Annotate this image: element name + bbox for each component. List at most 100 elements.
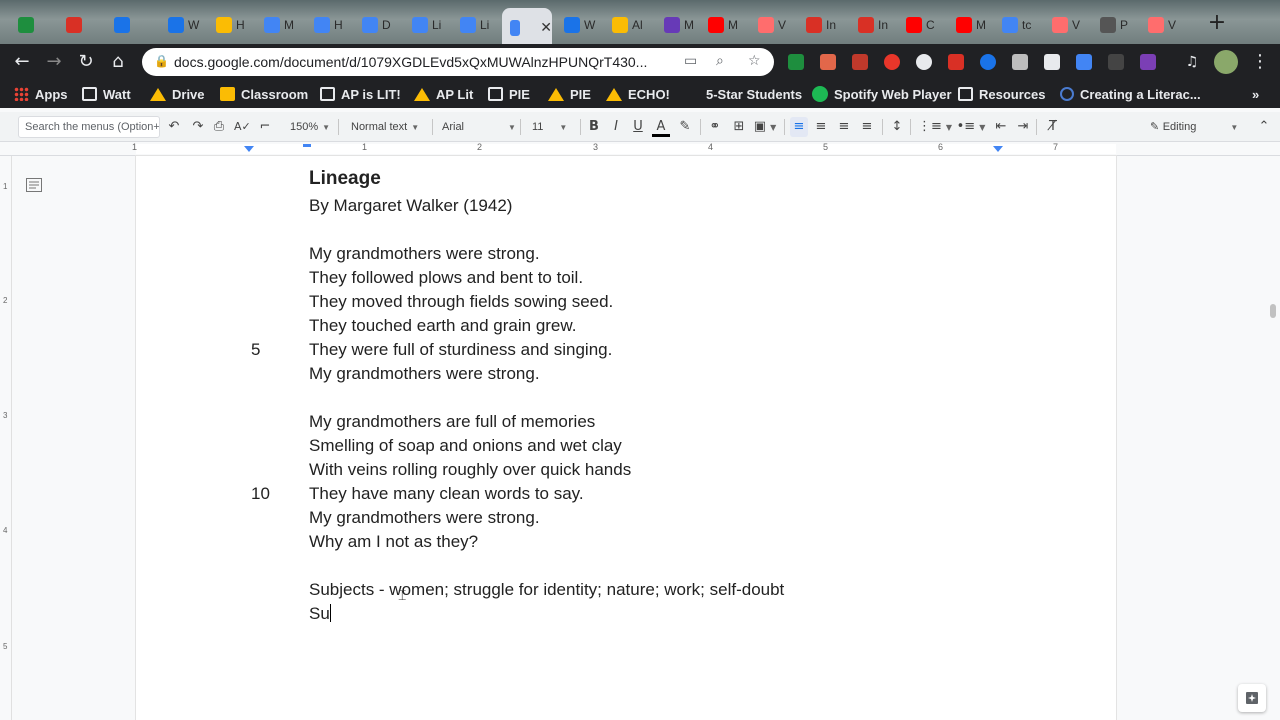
blank-extension-icon[interactable] [1012,54,1028,70]
browser-tab[interactable]: P [1092,10,1132,40]
back-icon[interactable]: ← [10,50,34,74]
cast-extension-icon[interactable] [948,54,964,70]
browser-tab[interactable]: M [256,10,296,40]
align-justify-icon[interactable]: ≡ [858,117,876,137]
edit-extension-icon[interactable] [1044,54,1060,70]
document-page[interactable]: Lineage By Margaret Walker (1942) My gra… [136,156,1116,720]
spellcheck-icon[interactable]: A✓ [234,117,251,137]
bookmark-5-star-students[interactable]: 5-Star Students [706,84,802,104]
bold-icon[interactable]: B [586,117,602,137]
browser-tab[interactable]: D [354,10,394,40]
classroom-extension-icon[interactable] [788,54,804,70]
browser-tab[interactable]: M [948,10,988,40]
redo-icon[interactable]: ↷ [190,117,206,137]
puzzle-extension-icon[interactable] [1140,54,1156,70]
link-icon[interactable]: ⚭ [706,117,724,137]
more-bookmarks-button[interactable]: » [1252,84,1259,104]
explore-button[interactable] [1238,684,1266,712]
document-outline-icon[interactable] [26,178,42,192]
bookmark-pie-drive[interactable]: PIE [548,84,591,104]
browser-tab[interactable]: V [1044,10,1084,40]
bookmark-ap-is-lit[interactable]: AP is LIT! [320,84,401,104]
browser-tab[interactable] [58,10,98,40]
browser-tab[interactable]: V [750,10,790,40]
bulleted-list-icon[interactable]: •≡ ▼ [956,117,986,137]
zoom-icon[interactable]: ⌕ [716,53,724,69]
right-indent-marker[interactable] [993,146,1003,152]
bookmark-spotify[interactable]: Spotify Web Player [812,84,952,104]
browser-tab[interactable]: tc [994,10,1034,40]
play-extension-icon[interactable] [980,54,996,70]
collapse-toolbar-icon[interactable]: ⌃ [1256,117,1272,137]
forward-icon[interactable]: → [42,50,66,74]
browser-tab[interactable]: Al [604,10,644,40]
font-size-select[interactable]: 11 ▼ [532,117,574,137]
bookmark-drive[interactable]: Drive [150,84,205,104]
comment-icon[interactable]: ⊞ [730,117,748,137]
browser-tab[interactable] [106,10,146,40]
left-indent-marker[interactable] [244,146,254,152]
close-tab-icon[interactable]: ✕ [540,20,552,36]
bookmark-star-icon[interactable]: ☆ [748,53,761,69]
browser-tab[interactable]: In [798,10,838,40]
bookmark-apps[interactable]: Apps [14,84,68,104]
adblock-extension-icon[interactable] [884,54,900,70]
align-right-icon[interactable]: ≡ [835,117,853,137]
italic-icon[interactable]: I [608,117,624,137]
horizontal-ruler[interactable]: 1 1 2 3 4 5 6 7 [0,142,1280,156]
first-line-indent-marker[interactable] [303,144,311,147]
font-select[interactable]: Arial ▼ [442,117,516,137]
browser-tab[interactable]: Li [404,10,444,40]
menu-kebab-icon[interactable]: ⋮ [1248,50,1272,74]
bookmark-creating-literacy[interactable]: Creating a Literac... [1060,84,1201,104]
undo-icon[interactable]: ↶ [166,117,182,137]
address-bar[interactable]: 🔒 docs.google.com/document/d/1079XGDLEvd… [142,48,774,76]
reload-icon[interactable]: ↻ [74,50,98,74]
bookmark-resources[interactable]: Resources [958,84,1045,104]
url-text[interactable]: docs.google.com/document/d/1079XGDLEvd5x… [174,54,694,70]
bookmark-pie-folder[interactable]: PIE [488,84,530,104]
browser-tab[interactable]: In [850,10,890,40]
browser-tab[interactable]: W [160,10,200,40]
numbered-list-icon[interactable]: ⋮≡ ▼ [918,117,952,137]
paint-format-icon[interactable]: ⌐ [257,117,273,137]
browser-tab[interactable]: V [1140,10,1180,40]
print-icon[interactable]: ⎙ [211,117,227,137]
browser-tab[interactable]: M [656,10,696,40]
media-icon[interactable]: ♫ [1180,50,1204,74]
scrollbar-thumb[interactable] [1270,304,1276,318]
align-center-icon[interactable]: ≡ [812,117,830,137]
browser-tab[interactable]: H [208,10,248,40]
browser-tab[interactable]: H [306,10,346,40]
bookmark-classroom[interactable]: Classroom [220,84,308,104]
bookmark-watt[interactable]: Watt [82,84,131,104]
underline-icon[interactable]: U [630,117,646,137]
home-icon[interactable]: ⌂ [106,50,130,74]
decrease-indent-icon[interactable]: ⇤ [992,117,1010,137]
avatar[interactable] [1214,50,1238,74]
editing-mode-select[interactable]: ✎ Editing ▼ [1150,117,1246,137]
style-select[interactable]: Normal text ▼ [351,117,431,137]
annotate-extension-icon[interactable] [1076,54,1092,70]
increase-indent-icon[interactable]: ⇥ [1014,117,1032,137]
highlight-icon[interactable]: ✎ [676,117,694,137]
browser-tab[interactable]: ✕ [502,8,552,48]
line-spacing-icon[interactable]: ↕ [888,117,906,137]
bookmark-echo[interactable]: ECHO! [606,84,670,104]
install-icon[interactable]: ▭ [684,53,697,69]
help-extension-icon[interactable] [916,54,932,70]
screencastify-extension-icon[interactable] [820,54,836,70]
zoom-select[interactable]: 150% ▼ [290,117,330,137]
clear-formatting-icon[interactable]: T̸ [1044,117,1062,137]
browser-tab[interactable]: C [898,10,938,40]
browser-tab[interactable]: Li [452,10,492,40]
align-left-icon[interactable]: ≡ [790,117,808,137]
image-icon[interactable]: ▣ ▼ [752,117,778,137]
new-tab-button[interactable]: + [1206,12,1228,34]
bookmark-extension-icon[interactable] [852,54,868,70]
text-color-icon[interactable]: A [652,117,670,137]
browser-tab[interactable] [10,10,50,40]
typing-line[interactable]: Su [309,604,331,624]
bookmark-ap-lit[interactable]: AP Lit [414,84,473,104]
search-menus-input[interactable]: Search the menus (Option+/) [18,116,160,138]
